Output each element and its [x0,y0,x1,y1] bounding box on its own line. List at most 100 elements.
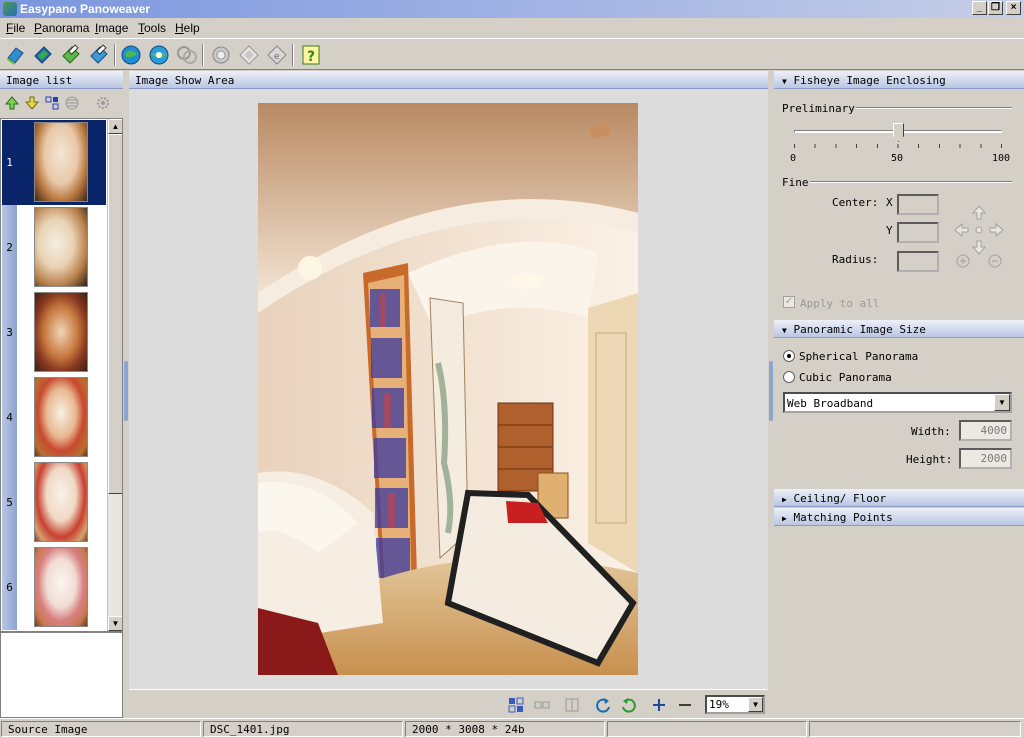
maximize-button[interactable]: ❐ [988,1,1003,15]
apply-all-checkbox[interactable]: ✓ [783,296,795,308]
thumbnail-image [34,122,88,202]
ceiling-floor-header[interactable]: ▶ Ceiling/ Floor [774,489,1024,507]
spherical-label: Spherical Panorama [799,350,919,363]
group-divider [856,107,1012,109]
list-item[interactable]: 4 [2,375,106,460]
group-divider [810,181,1012,183]
scroll-up-button[interactable]: ▲ [108,119,122,134]
image-list-empty-area [0,632,123,718]
fisheye-header-label: Fisheye Image Enclosing [793,74,946,87]
center-label: Center: [832,196,879,209]
scroll-down-button[interactable]: ▼ [108,616,122,631]
slider-min-label: 0 [790,153,797,164]
splitter-grip[interactable] [124,361,128,421]
chevron-down-icon[interactable]: ▼ [994,394,1010,411]
center-x-input[interactable] [897,194,939,215]
svg-text:e: e [274,52,280,62]
app-icon [3,2,17,16]
expand-icon: ▶ [782,495,787,504]
slider-ticks [794,144,1002,148]
apply-all-label: Apply to all [800,297,880,310]
split-icon[interactable] [563,696,581,714]
thumbnail-image [34,547,88,627]
enlarge-radius-icon[interactable] [955,253,971,269]
menu-panorama[interactable]: Panorama [34,21,89,35]
auto-arrange-icon[interactable] [45,96,59,110]
direction-pad[interactable] [954,205,1004,255]
preliminary-slider-thumb[interactable] [893,123,904,142]
preview-icon[interactable] [210,44,232,66]
save-project-icon[interactable] [60,44,82,66]
edit-icon[interactable] [238,44,260,66]
minimize-button[interactable]: _ [972,1,987,15]
zoom-in-icon[interactable] [650,696,668,714]
cubic-radio[interactable] [783,371,795,383]
collapse-icon: ▼ [782,326,787,335]
main-toolbar: e ? [0,38,1024,70]
radius-input[interactable] [897,251,939,272]
chevron-down-icon[interactable]: ▼ [748,697,763,712]
status-bar: Source Image DSC_1401.jpg 2000 * 3008 * … [0,718,1024,738]
width-input[interactable]: 4000 [959,420,1012,441]
open-project-icon[interactable] [32,44,54,66]
fit-icon[interactable] [507,696,525,714]
shrink-radius-icon[interactable] [987,253,1003,269]
status-empty [607,721,807,737]
menu-tools[interactable]: Tools [138,21,166,35]
settings-icon[interactable] [96,96,110,110]
menu-file[interactable]: File [6,21,25,35]
list-item[interactable]: 5 [2,460,106,545]
ceiling-floor-label: Ceiling/ Floor [793,492,887,505]
image-show-header: Image Show Area [129,71,768,89]
list-item[interactable]: 1 [2,120,106,205]
cubic-label: Cubic Panorama [799,371,892,384]
preliminary-label: Preliminary [782,102,855,115]
hotspot-icon[interactable]: e [266,44,288,66]
list-item[interactable]: 6 [2,545,106,630]
new-project-icon[interactable] [4,44,26,66]
center-y-label: Y [886,224,893,237]
image-list-panel: Image list 1 2 3 4 5 6 ▲ ▼ [0,71,123,718]
fisheye-section-header[interactable]: ▼ Fisheye Image Enclosing [774,71,1024,89]
menu-bar: File Panorama Image Tools Help [0,18,1024,38]
slider-max-label: 100 [992,153,1011,164]
zoom-out-icon[interactable] [676,696,694,714]
menu-help[interactable]: Help [175,21,200,35]
help-icon[interactable]: ? [300,44,322,66]
center-y-input[interactable] [897,222,939,243]
scroll-thumb[interactable] [108,134,122,494]
actual-size-icon[interactable] [533,696,551,714]
batch-icon[interactable] [176,44,198,66]
properties-panel: ▼ Fisheye Image Enclosing Preliminary 0 … [774,71,1024,718]
fisheye-photo [258,103,638,675]
list-item[interactable]: 2 [2,205,106,290]
height-label: Height: [906,453,953,466]
width-label: Width: [911,425,951,438]
thumbnail-image [34,377,88,457]
close-button[interactable]: × [1006,1,1021,15]
list-item[interactable]: 3 [2,290,106,375]
splitter-grip[interactable] [769,361,773,421]
zoom-select[interactable]: 19% ▼ [705,695,765,714]
save-as-icon[interactable] [88,44,110,66]
preset-value: Web Broadband [787,397,874,410]
spherical-radio[interactable] [783,350,795,362]
size-section-header[interactable]: ▼ Panoramic Image Size [774,320,1024,338]
toolbar-separator [202,44,204,66]
menu-image[interactable]: Image [95,21,128,35]
move-up-icon[interactable] [5,96,19,110]
publish-icon[interactable] [148,44,170,66]
slider-mid-label: 50 [891,153,904,164]
list-item-number: 6 [2,545,17,630]
rotate-icon[interactable] [65,96,79,110]
rotate-left-icon[interactable] [594,696,612,714]
image-list-scrollbar[interactable]: ▲ ▼ [107,119,122,631]
height-input[interactable]: 2000 [959,448,1012,469]
matching-points-header[interactable]: ▶ Matching Points [774,508,1024,526]
stitch-icon[interactable] [120,44,142,66]
image-show-area[interactable] [129,89,768,689]
move-down-icon[interactable] [25,96,39,110]
preset-select[interactable]: Web Broadband ▼ [783,392,1012,413]
rotate-right-icon[interactable] [620,696,638,714]
radius-label: Radius: [832,253,879,266]
